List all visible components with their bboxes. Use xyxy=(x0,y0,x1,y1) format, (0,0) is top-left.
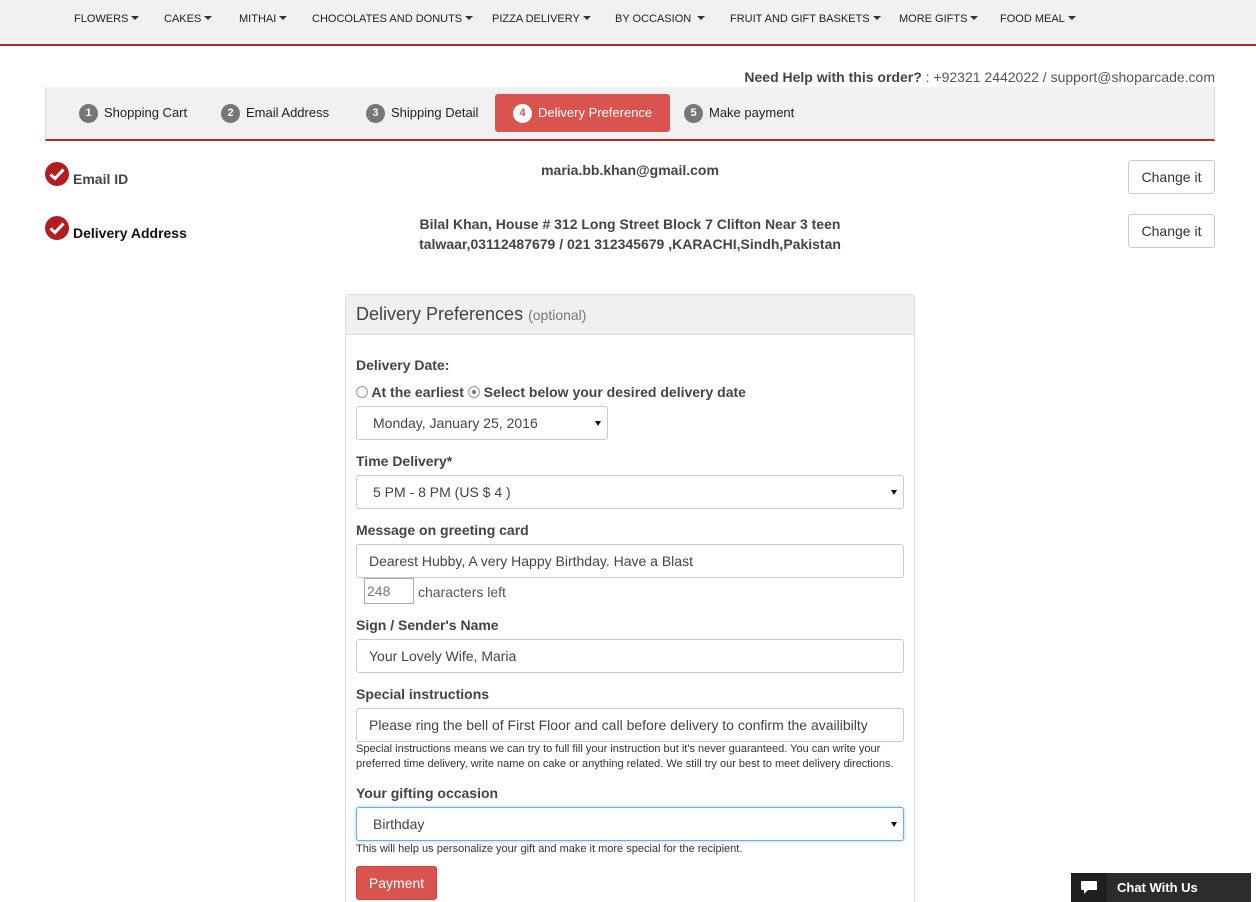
step-delivery-preference[interactable]: 4 Delivery Preference xyxy=(495,94,671,132)
panel-title: Delivery Preferences xyxy=(356,304,524,324)
change-email-button[interactable]: Change it xyxy=(1128,160,1215,194)
radio-earliest-label: At the earliest xyxy=(371,384,464,400)
step-number: 5 xyxy=(684,104,703,123)
email-id-value: maria.bb.khan@gmail.com xyxy=(541,162,719,178)
nav-occasion-label: BY OCCASION xyxy=(615,13,692,25)
panel-optional: (optional) xyxy=(528,307,587,323)
step-shopping-cart[interactable]: 1 Shopping Cart xyxy=(79,94,187,132)
delivery-address-label: Delivery Address xyxy=(73,225,187,241)
nav-chocolates[interactable]: CHOCOLATES AND DONUTS xyxy=(312,13,474,25)
chat-widget[interactable]: Chat With Us xyxy=(1071,873,1251,902)
nav-more-gifts-label: MORE GIFTS xyxy=(899,13,968,25)
delivery-address-value: Bilal Khan, House # 312 Long Street Bloc… xyxy=(380,214,880,254)
caret-down-icon xyxy=(279,16,288,20)
caret-down-icon xyxy=(1067,16,1076,20)
nav-chocolates-label: CHOCOLATES AND DONUTS xyxy=(312,13,463,25)
step-email-address[interactable]: 2 Email Address xyxy=(221,94,329,132)
step-number: 4 xyxy=(513,104,532,123)
nav-occasion[interactable]: BY OCCASION xyxy=(615,13,706,25)
step-label: Shopping Cart xyxy=(104,105,188,120)
caret-down-icon xyxy=(872,16,881,20)
chat-bubble-icon xyxy=(1071,873,1107,902)
email-id-label: Email ID xyxy=(73,171,129,187)
radio-select-date[interactable] xyxy=(467,386,480,398)
nav-pizza[interactable]: PIZZA DELIVERY xyxy=(492,13,591,25)
help-contact: : +92321 2442022 / support@shoparcade.co… xyxy=(925,69,1215,85)
checkmark-icon xyxy=(45,162,69,186)
caret-down-icon xyxy=(204,16,213,20)
nav-more-gifts[interactable]: MORE GIFTS xyxy=(899,13,979,25)
step-label: Email Address xyxy=(246,105,330,120)
time-delivery-select[interactable]: 5 PM - 8 PM (US $ 4 ) xyxy=(356,475,904,509)
delivery-date-options: At the earliest Select below your desire… xyxy=(356,384,746,400)
special-instructions-input[interactable]: Please ring the bell of First Floor and … xyxy=(356,708,904,742)
help-label: Need Help with this order? xyxy=(744,69,922,85)
greeting-message-label: Message on greeting card xyxy=(356,522,529,538)
sender-name-input[interactable]: Your Lovely Wife, Maria xyxy=(356,639,904,673)
chat-label: Chat With Us xyxy=(1117,880,1198,895)
change-address-button[interactable]: Change it xyxy=(1128,214,1215,248)
nav-mithai[interactable]: MITHAI xyxy=(239,13,288,25)
step-label: Shipping Detail xyxy=(391,105,479,120)
special-instructions-label: Special instructions xyxy=(356,686,490,702)
step-label: Delivery Preference xyxy=(538,105,653,120)
help-line: Need Help with this order? : +92321 2442… xyxy=(744,69,1215,85)
nav-mithai-label: MITHAI xyxy=(239,13,277,25)
panel-header: Delivery Preferences (optional) xyxy=(346,295,914,335)
checkmark-icon xyxy=(45,216,69,240)
address-line-1: Bilal Khan, House # 312 Long Street Bloc… xyxy=(419,216,841,232)
caret-down-icon xyxy=(131,16,140,20)
checkout-steps: 1 Shopping Cart 2 Email Address 3 Shipping … xyxy=(45,87,1215,141)
delivery-date-select[interactable]: Monday, January 25, 2016 xyxy=(356,406,608,440)
nav-flowers-label: FLOWERS xyxy=(74,13,129,25)
step-number: 2 xyxy=(221,104,240,123)
gifting-occasion-select[interactable]: Birthday xyxy=(356,807,904,841)
address-line-2: talwaar,03112487679 / 021 312345679 ,KAR… xyxy=(419,236,841,252)
nav-flowers[interactable]: FLOWERS xyxy=(74,13,140,25)
caret-down-icon xyxy=(697,16,706,20)
step-make-payment[interactable]: 5 Make payment xyxy=(684,94,794,132)
characters-left-text: characters left xyxy=(418,584,506,600)
caret-down-icon xyxy=(465,16,474,20)
nav-pizza-label: PIZZA DELIVERY xyxy=(492,13,580,25)
step-label: Make payment xyxy=(709,105,795,120)
greeting-message-input[interactable]: Dearest Hubby, A very Happy Birthday. Ha… xyxy=(356,544,904,578)
sender-name-label: Sign / Sender's Name xyxy=(356,617,499,633)
nav-food-meal[interactable]: FOOD MEAL xyxy=(1000,13,1076,25)
nav-cakes-label: CAKES xyxy=(164,13,202,25)
step-number: 3 xyxy=(366,104,385,123)
step-shipping-detail[interactable]: 3 Shipping Detail xyxy=(366,94,478,132)
delivery-date-label: Delivery Date: xyxy=(356,357,450,373)
caret-down-icon xyxy=(582,16,591,20)
time-delivery-label: Time Delivery* xyxy=(356,453,453,469)
special-instructions-help: Special instructions means we can try to… xyxy=(356,743,894,770)
payment-button[interactable]: Payment xyxy=(356,866,437,900)
caret-down-icon xyxy=(970,16,979,20)
nav-fruit-baskets[interactable]: FRUIT AND GIFT BASKETS xyxy=(730,13,881,25)
nav-food-meal-label: FOOD MEAL xyxy=(1000,13,1065,25)
radio-select-date-label: Select below your desired delivery date xyxy=(483,384,746,400)
characters-left-count: 248 xyxy=(364,578,414,604)
step-number: 1 xyxy=(79,104,98,123)
delivery-preferences-panel: Delivery Preferences (optional) Delivery… xyxy=(345,294,915,902)
gifting-occasion-help: This will help us personalize your gift … xyxy=(356,843,743,855)
top-navigation: FLOWERS CAKES MITHAI CHOCOLATES AND DONU… xyxy=(0,0,1256,46)
nav-cakes[interactable]: CAKES xyxy=(164,13,213,25)
radio-earliest[interactable] xyxy=(356,386,368,398)
nav-fruit-baskets-label: FRUIT AND GIFT BASKETS xyxy=(730,13,870,25)
gifting-occasion-label: Your gifting occasion xyxy=(356,785,499,801)
